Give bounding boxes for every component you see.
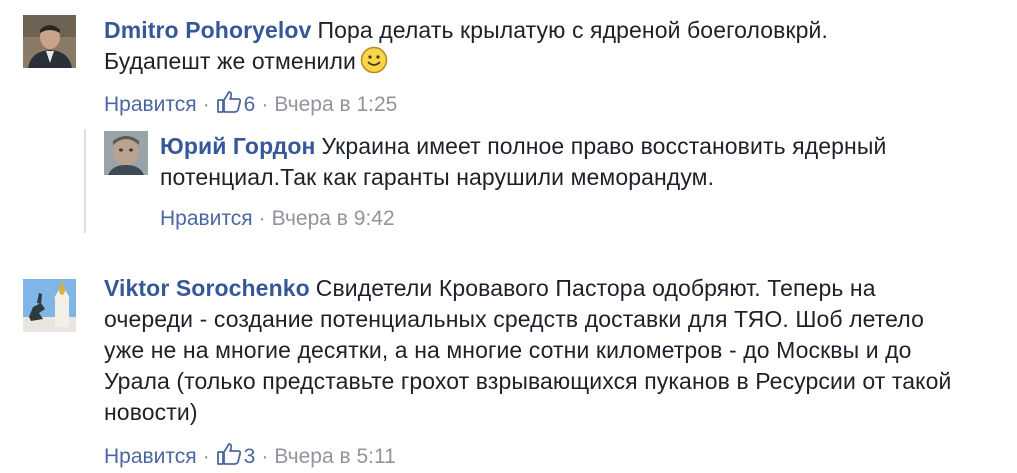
separator: · <box>202 93 210 116</box>
author-name[interactable]: Dmitro Pohoryelov <box>104 17 311 43</box>
like-count[interactable]: 6 <box>244 93 256 116</box>
timestamp[interactable]: Вчера в 9:42 <box>272 207 395 230</box>
separator: · <box>261 445 269 468</box>
like-button[interactable]: Нравится <box>104 445 197 468</box>
avatar[interactable] <box>23 15 76 68</box>
like-button[interactable]: Нравится <box>104 93 197 116</box>
like-count[interactable]: 3 <box>244 445 256 468</box>
thumbs-up-icon[interactable] <box>216 442 242 473</box>
comment-actions: Нравится · 3 · Вчера в 5:11 <box>104 442 396 473</box>
comment-body: Юрий Гордон Украина имеет полное право во… <box>160 131 940 193</box>
author-name[interactable]: Юрий Гордон <box>160 133 316 159</box>
author-name[interactable]: Viktor Sorochenko <box>104 275 310 301</box>
thumbs-up-icon[interactable] <box>216 90 242 121</box>
avatar[interactable] <box>23 279 76 332</box>
comment-body: Dmitro Pohoryelov Пора делать крылатую с … <box>104 15 904 82</box>
comment-body: Viktor Sorochenko Свидетели Кровавого Пас… <box>104 273 954 428</box>
like-button[interactable]: Нравится <box>160 207 253 230</box>
reply-indent-line <box>84 129 86 233</box>
comment-actions: Нравится · 6 · Вчера в 1:25 <box>104 90 397 121</box>
separator: · <box>261 93 269 116</box>
smiley-icon <box>360 46 388 82</box>
timestamp[interactable]: Вчера в 1:25 <box>274 93 397 116</box>
timestamp[interactable]: Вчера в 5:11 <box>274 445 395 468</box>
separator: · <box>258 207 266 230</box>
comment-actions: Нравится · Вчера в 9:42 <box>160 206 395 232</box>
avatar[interactable] <box>104 131 148 175</box>
separator: · <box>202 445 210 468</box>
